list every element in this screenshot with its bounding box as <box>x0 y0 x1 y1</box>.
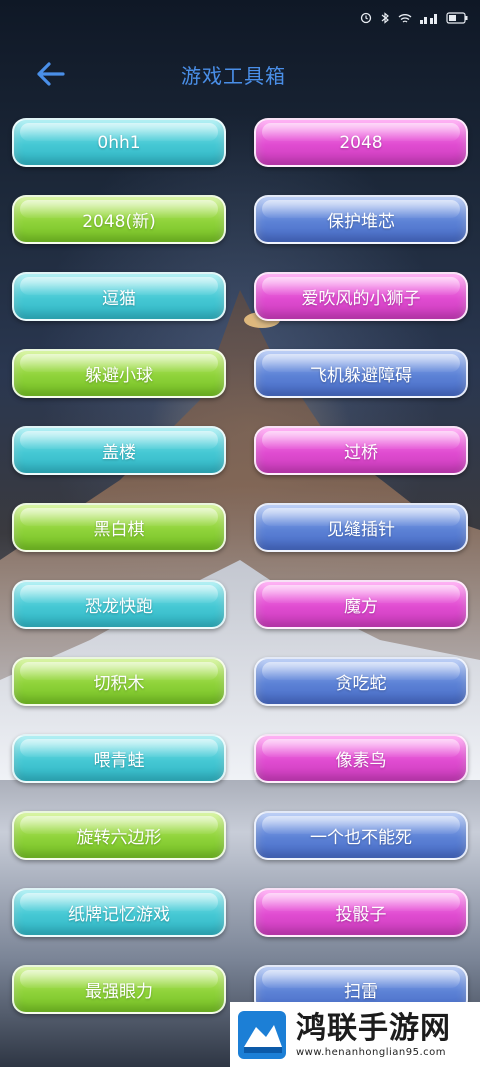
game-button[interactable]: 保护堆芯 <box>254 195 468 244</box>
wifi-icon <box>398 13 412 27</box>
game-button-label: 喂青蛙 <box>93 751 145 771</box>
game-button[interactable]: 逗猫 <box>12 272 226 321</box>
game-button-label: 2048(新) <box>82 212 156 232</box>
arrow-left-icon <box>37 62 65 86</box>
game-button-label: 扫雷 <box>344 982 378 1002</box>
game-button[interactable]: 纸牌记忆游戏 <box>12 888 226 937</box>
game-button[interactable]: 见缝插针 <box>254 503 468 552</box>
game-button[interactable]: 盖楼 <box>12 426 226 475</box>
game-button[interactable]: 飞机躲避障碍 <box>254 349 468 398</box>
game-button[interactable]: 贪吃蛇 <box>254 657 468 706</box>
game-button-label: 恐龙快跑 <box>85 597 153 617</box>
game-button[interactable]: 最强眼力 <box>12 965 226 1014</box>
game-button[interactable]: 2048(新) <box>12 195 226 244</box>
watermark: 鸿联手游网 www.henanhonglian95.com <box>230 1002 480 1067</box>
game-button-label: 躲避小球 <box>85 366 153 386</box>
page-title: 游戏工具箱 <box>181 64 286 88</box>
game-button-label: 魔方 <box>344 597 378 617</box>
game-button-label: 旋转六边形 <box>76 828 162 848</box>
game-button[interactable]: 一个也不能死 <box>254 811 468 860</box>
back-button[interactable] <box>30 54 70 94</box>
game-button-label: 逗猫 <box>102 289 136 309</box>
watermark-title: 鸿联手游网 <box>296 1011 451 1046</box>
watermark-url: www.henanhonglian95.com <box>296 1047 447 1058</box>
game-button-label: 一个也不能死 <box>310 828 412 848</box>
game-button-label: 爱吹风的小狮子 <box>301 289 421 309</box>
game-button[interactable]: 躲避小球 <box>12 349 226 398</box>
game-button-label: 贪吃蛇 <box>335 674 387 694</box>
app-bar: 游戏工具箱 <box>0 48 480 100</box>
game-button-label: 过桥 <box>344 443 378 463</box>
game-button-label: 见缝插针 <box>327 520 395 540</box>
game-button-label: 飞机躲避障碍 <box>310 366 412 386</box>
game-button-label: 纸牌记忆游戏 <box>68 905 170 925</box>
game-button[interactable]: 喂青蛙 <box>12 734 226 783</box>
status-bar <box>0 0 480 40</box>
game-button-label: 0hh1 <box>97 132 141 153</box>
alarm-icon <box>360 12 372 27</box>
game-button-label: 2048 <box>339 132 383 153</box>
game-button-label: 黑白棋 <box>93 520 145 540</box>
game-button-label: 保护堆芯 <box>327 212 395 232</box>
signal-icon <box>420 12 438 27</box>
game-button[interactable]: 魔方 <box>254 580 468 629</box>
game-button[interactable]: 黑白棋 <box>12 503 226 552</box>
game-button[interactable]: 0hh1 <box>12 118 226 167</box>
game-button[interactable]: 爱吹风的小狮子 <box>254 272 468 321</box>
game-button[interactable]: 旋转六边形 <box>12 811 226 860</box>
game-button-label: 像素鸟 <box>335 751 387 771</box>
game-button-label: 投骰子 <box>335 905 387 925</box>
game-button[interactable]: 像素鸟 <box>254 734 468 783</box>
game-button[interactable]: 过桥 <box>254 426 468 475</box>
game-button-label: 切积木 <box>93 674 145 694</box>
game-button[interactable]: 恐龙快跑 <box>12 580 226 629</box>
game-grid: 0hh1 2048 2048(新) 保护堆芯逗猫 爱吹风的小狮子躲避小球 飞机躲避障碍盖楼… <box>12 118 468 1014</box>
brand-logo <box>238 1010 286 1059</box>
bluetooth-icon <box>380 12 390 27</box>
game-button-label: 最强眼力 <box>85 982 153 1002</box>
game-button[interactable]: 2048 <box>254 118 468 167</box>
game-button[interactable]: 切积木 <box>12 657 226 706</box>
battery-icon <box>446 12 468 27</box>
game-button[interactable]: 投骰子 <box>254 888 468 937</box>
game-button-label: 盖楼 <box>102 443 136 463</box>
